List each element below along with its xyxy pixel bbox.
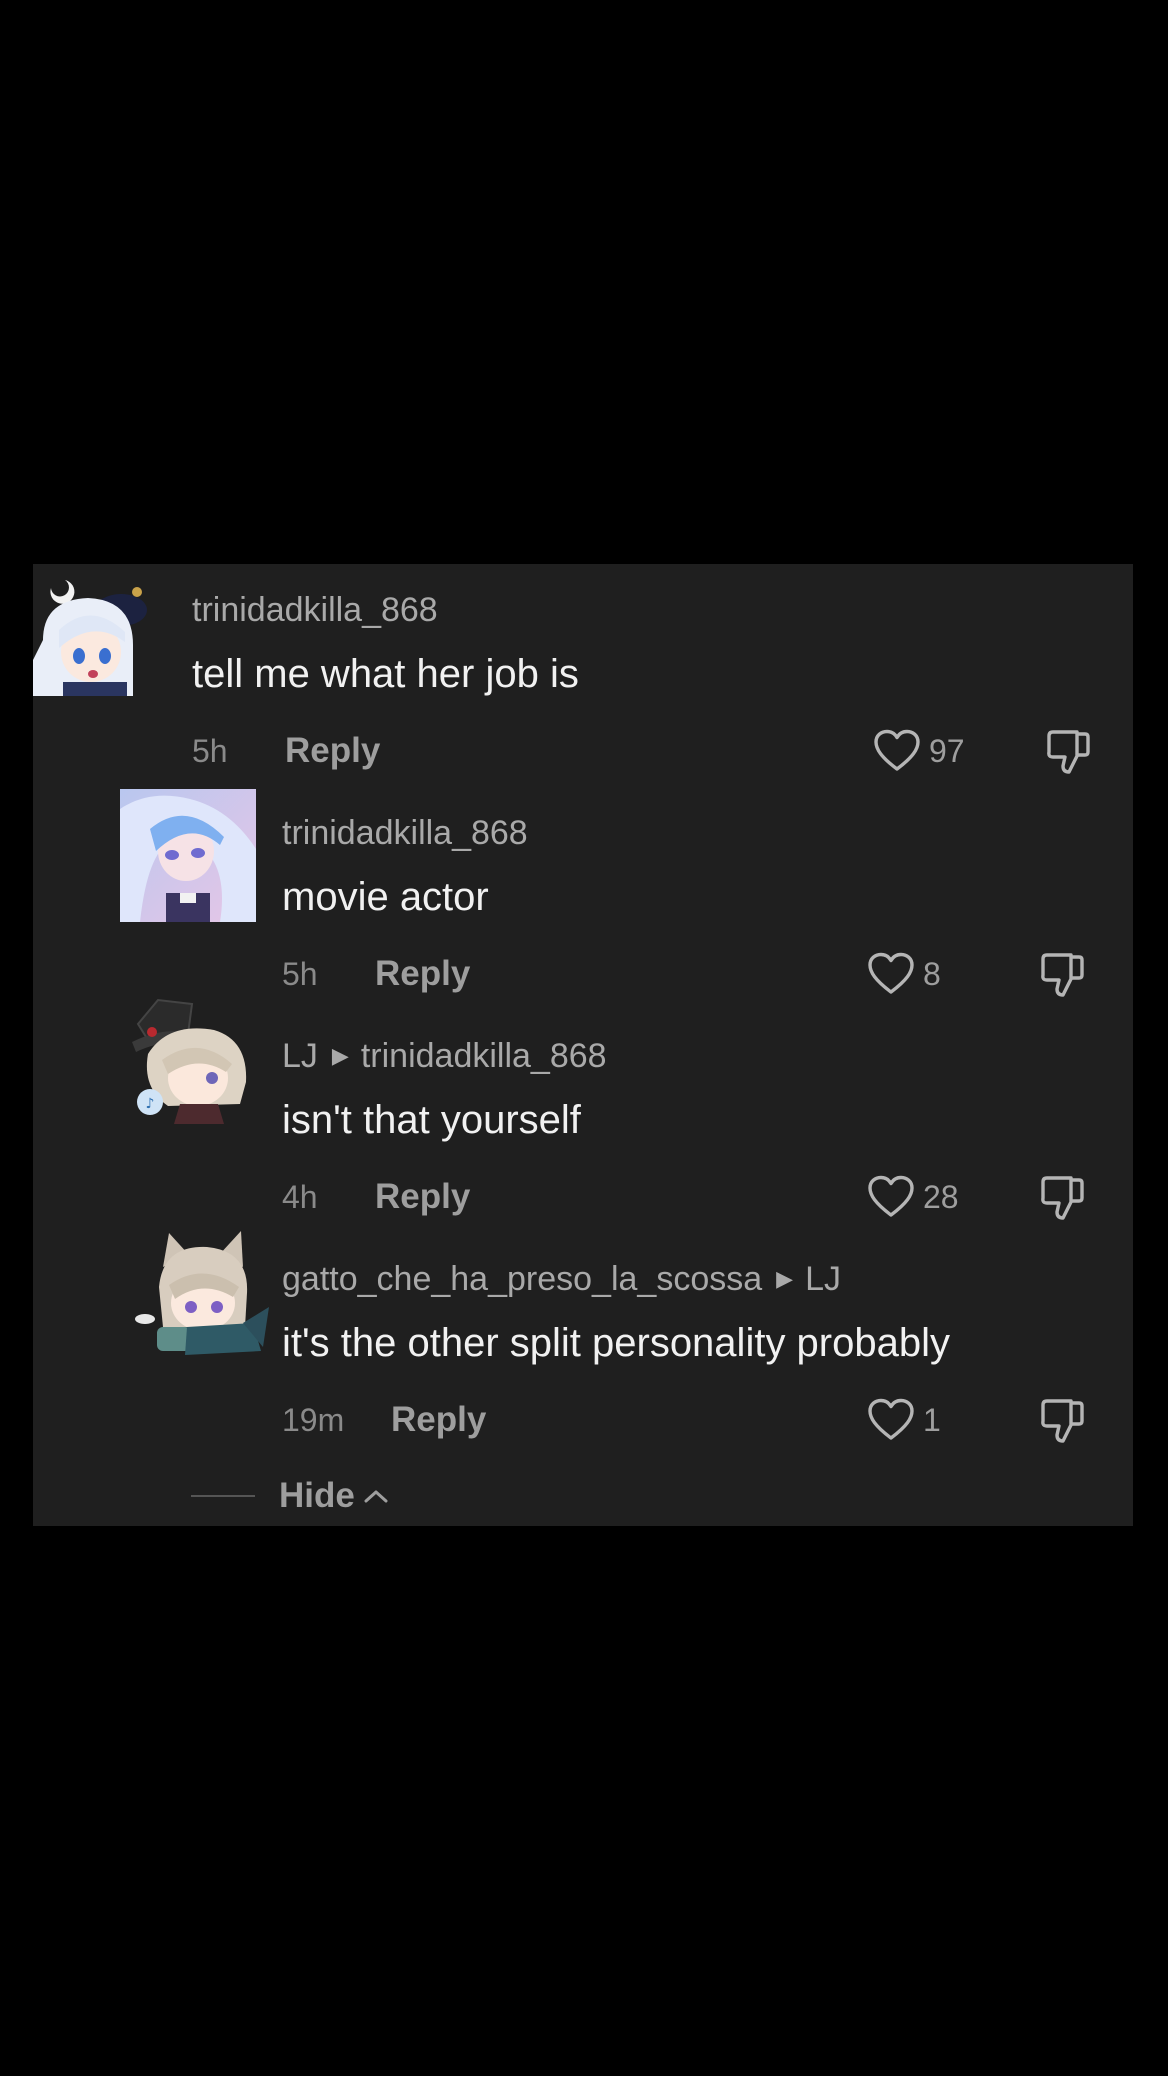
comment-username[interactable]: LJ ▶ trinidadkilla_868 bbox=[282, 1036, 607, 1076]
reply-button[interactable]: Reply bbox=[285, 731, 380, 771]
username-text[interactable]: trinidadkilla_868 bbox=[282, 814, 528, 852]
like-button[interactable]: 8 bbox=[867, 949, 941, 999]
avatar[interactable] bbox=[133, 1227, 273, 1357]
comment-text: it's the other split personality probabl… bbox=[282, 1321, 950, 1365]
dislike-icon bbox=[1041, 1176, 1084, 1220]
heart-outline-icon bbox=[868, 1398, 914, 1440]
reply-arrow-icon: ▶ bbox=[331, 1043, 349, 1068]
reply-button[interactable]: Reply bbox=[375, 954, 470, 994]
svg-text:♪: ♪ bbox=[146, 1096, 155, 1112]
hide-replies-button[interactable]: Hide bbox=[279, 1476, 389, 1516]
comment-thread-panel: trinidadkilla_868 tell me what her job i… bbox=[33, 564, 1133, 1526]
comment-timestamp: 5h bbox=[282, 956, 318, 992]
comment-username[interactable]: trinidadkilla_868 bbox=[282, 813, 528, 853]
hide-label: Hide bbox=[279, 1476, 355, 1515]
comment-username[interactable]: gatto_che_ha_preso_la_scossa ▶ LJ bbox=[282, 1259, 841, 1299]
avatar[interactable] bbox=[120, 789, 256, 922]
like-button[interactable]: 28 bbox=[867, 1172, 959, 1222]
avatar[interactable]: ♪ bbox=[128, 994, 258, 1124]
dislike-button[interactable] bbox=[1037, 1395, 1087, 1445]
reply-button[interactable]: Reply bbox=[375, 1177, 470, 1217]
dislike-icon bbox=[1041, 953, 1084, 997]
like-count: 1 bbox=[923, 1402, 941, 1438]
comment-timestamp: 4h bbox=[282, 1179, 318, 1215]
username-text[interactable]: trinidadkilla_868 bbox=[192, 591, 438, 629]
like-count: 8 bbox=[923, 956, 941, 992]
like-button[interactable]: 97 bbox=[873, 726, 965, 776]
like-button[interactable]: 1 bbox=[867, 1395, 941, 1445]
heart-outline-icon bbox=[874, 729, 920, 771]
chevron-up-icon bbox=[364, 1490, 388, 1503]
dislike-icon bbox=[1041, 1399, 1084, 1443]
dislike-icon bbox=[1047, 730, 1090, 774]
like-count: 28 bbox=[923, 1179, 959, 1215]
dislike-button[interactable] bbox=[1037, 949, 1087, 999]
dislike-button[interactable] bbox=[1043, 726, 1093, 776]
username-text[interactable]: gatto_che_ha_preso_la_scossa bbox=[282, 1260, 762, 1298]
comment-text: isn't that yourself bbox=[282, 1098, 581, 1142]
heart-outline-icon bbox=[868, 1175, 914, 1217]
reply-to-username[interactable]: trinidadkilla_868 bbox=[361, 1037, 607, 1075]
comment-username[interactable]: trinidadkilla_868 bbox=[192, 590, 438, 630]
comment-timestamp: 5h bbox=[192, 733, 228, 769]
reply-arrow-icon: ▶ bbox=[776, 1266, 794, 1291]
comment-text: tell me what her job is bbox=[192, 652, 579, 696]
avatar[interactable] bbox=[33, 570, 159, 696]
divider-line bbox=[191, 1495, 255, 1497]
like-count: 97 bbox=[929, 733, 965, 769]
reply-to-username[interactable]: LJ bbox=[805, 1260, 841, 1298]
hide-replies-row: Hide bbox=[191, 1476, 389, 1516]
reply-button[interactable]: Reply bbox=[391, 1400, 486, 1440]
username-text[interactable]: LJ bbox=[282, 1037, 318, 1075]
dislike-button[interactable] bbox=[1037, 1172, 1087, 1222]
comment-text: movie actor bbox=[282, 875, 489, 919]
heart-outline-icon bbox=[868, 952, 914, 994]
comment-timestamp: 19m bbox=[282, 1402, 345, 1438]
